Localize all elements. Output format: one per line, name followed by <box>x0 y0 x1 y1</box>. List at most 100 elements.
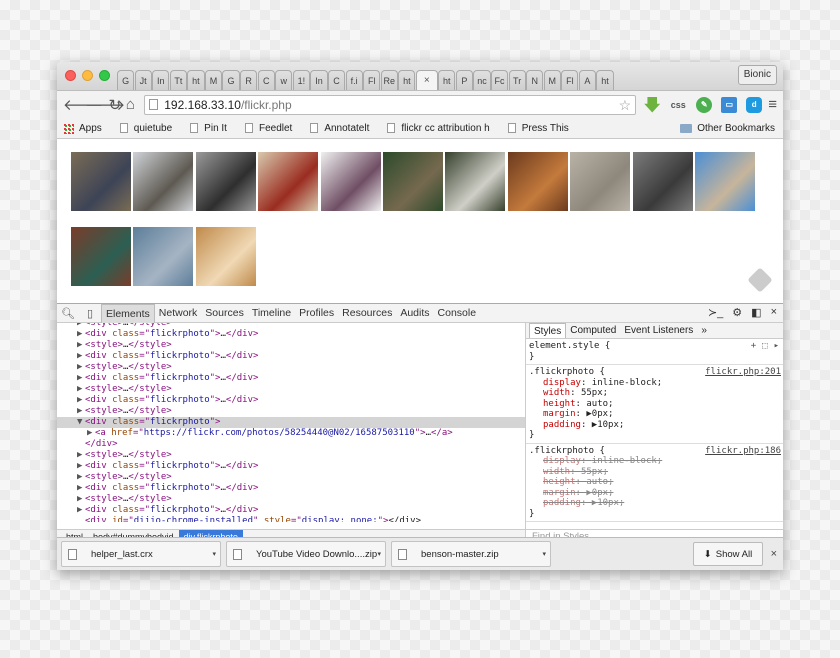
dom-node[interactable]: ▶ <div class="flickrphoto">…</div> <box>57 483 525 494</box>
styles-tab[interactable]: Event Listeners <box>620 323 697 338</box>
collapse-triangle-icon[interactable]: ▶ <box>87 428 95 439</box>
home-icon[interactable]: ⌂ <box>123 96 139 113</box>
bookmark-feedlet[interactable]: Feedlet <box>244 123 292 134</box>
browser-tab[interactable]: Jt <box>134 70 152 90</box>
styles-tab[interactable]: Computed <box>566 323 620 338</box>
browser-tab[interactable]: ht <box>187 70 205 90</box>
profile-button[interactable]: Bionic <box>737 65 777 85</box>
browser-tab[interactable]: ht <box>398 70 416 90</box>
dom-node[interactable]: ▶ <div class="flickrphoto">…</div> <box>57 395 525 406</box>
browser-tab[interactable]: C <box>257 70 275 90</box>
browser-tab[interactable]: G <box>222 70 240 90</box>
dom-node[interactable]: ▶ <div class="flickrphoto">…</div> <box>57 351 525 362</box>
collapse-triangle-icon[interactable]: ▶ <box>77 340 85 351</box>
element-style-rule[interactable]: element.style { } + ⬚ ▸ <box>526 339 783 365</box>
chevron-down-icon[interactable]: ▾ <box>542 550 546 558</box>
dom-node[interactable]: ▶ <div class="flickrphoto">…</div> <box>57 373 525 384</box>
browser-tab[interactable]: Fc <box>490 70 509 90</box>
photo-thumbnail-cat-bw[interactable] <box>195 152 256 211</box>
bookmark-flickr-cc[interactable]: flickr cc attribution h <box>387 123 490 134</box>
browser-tab[interactable]: Fl <box>561 70 579 90</box>
download-extension-icon[interactable] <box>644 96 661 113</box>
photo-thumbnail-man-red-shirt[interactable] <box>258 152 319 211</box>
download-item[interactable]: YouTube Video Downlo....zip ▾ <box>226 541 386 567</box>
animations-icon[interactable]: ▸ <box>774 341 779 352</box>
dom-node[interactable]: ▶ <style>…</style> <box>57 494 525 505</box>
reload-icon[interactable]: ↻ <box>107 96 123 114</box>
collapse-triangle-icon[interactable]: ▶ <box>77 494 85 505</box>
dom-node[interactable]: ▶ <style>…</style> <box>57 472 525 483</box>
toggle-state-icon[interactable]: ⬚ <box>762 341 767 352</box>
close-shelf-icon[interactable]: × <box>771 548 777 560</box>
collapse-triangle-icon[interactable]: ▶ <box>77 351 85 362</box>
collapse-triangle-icon[interactable]: ▶ <box>77 450 85 461</box>
expand-triangle-icon[interactable]: ▼ <box>77 417 85 428</box>
show-all-button[interactable]: ⬇ Show All <box>693 542 763 566</box>
photo-thumbnail-window[interactable] <box>195 227 256 286</box>
photo-thumbnail-dome-ceiling[interactable] <box>507 152 568 211</box>
devtools-tab-profiles[interactable]: Profiles <box>295 304 338 323</box>
dom-node[interactable]: ▶ <a href="https://flickr.com/photos/5825… <box>57 428 525 439</box>
rule-source-link[interactable]: flickr.php:186 <box>705 446 781 457</box>
browser-tab[interactable]: w <box>275 70 293 90</box>
collapse-triangle-icon[interactable]: ▶ <box>77 362 85 373</box>
photo-thumbnail-photographer[interactable] <box>320 152 381 211</box>
dom-node[interactable]: <div id="dijjo-chrome-installed" style="… <box>57 516 525 522</box>
download-item[interactable]: helper_last.crx ▾ <box>61 541 221 567</box>
dom-node[interactable]: ▶ <style>…</style> <box>57 362 525 373</box>
minimize-window-button[interactable] <box>82 70 93 81</box>
collapse-triangle-icon[interactable]: ▶ <box>77 483 85 494</box>
collapse-triangle-icon[interactable]: ▶ <box>77 373 85 384</box>
dom-node[interactable]: ▶ <style>…</style> <box>57 340 525 351</box>
collapse-triangle-icon[interactable]: ▶ <box>77 329 85 340</box>
rule-source-link[interactable]: flickr.php:201 <box>705 367 781 378</box>
bookmark-pin-it[interactable]: Pin It <box>190 123 227 134</box>
styles-tab[interactable]: Styles <box>529 323 567 338</box>
collapse-triangle-icon[interactable]: ▶ <box>77 384 85 395</box>
css-rule-overridden[interactable]: .flickrphoto {flickr.php:186 display: inl… <box>526 444 783 522</box>
browser-tab[interactable]: ht <box>596 70 614 90</box>
bookmark-press-this[interactable]: Press This <box>507 123 569 134</box>
photo-thumbnail-glass-building[interactable] <box>133 227 194 286</box>
css-property[interactable]: height: auto; <box>529 399 780 410</box>
browser-tab[interactable]: ht <box>438 70 456 90</box>
download-item[interactable]: benson-master.zip ▾ <box>391 541 551 567</box>
other-bookmarks[interactable]: Other Bookmarks <box>680 123 775 134</box>
photo-thumbnail-dandelion[interactable] <box>445 152 506 211</box>
bookmark-annotatelt[interactable]: Annotatelt <box>310 123 369 134</box>
browser-tab[interactable]: nc <box>473 70 491 90</box>
css-property[interactable]: margin: ▶0px; <box>529 409 780 420</box>
extension-badge-icon[interactable] <box>747 267 773 293</box>
browser-tab[interactable]: Fl <box>363 70 381 90</box>
photo-thumbnail-tree-branches[interactable] <box>133 152 194 211</box>
devtools-tab-resources[interactable]: Resources <box>338 304 396 323</box>
devtools-tab-network[interactable]: Network <box>155 304 202 323</box>
devtools-tab-sources[interactable]: Sources <box>201 304 248 323</box>
browser-tab[interactable]: Tr <box>508 70 526 90</box>
browser-tab[interactable]: M <box>543 70 561 90</box>
css-property[interactable]: width: 55px; <box>529 467 780 478</box>
css-property[interactable]: padding: ▶10px; <box>529 420 780 431</box>
photo-thumbnail-columns-sky[interactable] <box>695 152 755 211</box>
dom-node[interactable]: ▶ <div class="flickrphoto">…</div> <box>57 329 525 340</box>
browser-tab[interactable]: f.i <box>345 70 363 90</box>
browser-tab[interactable]: Tt <box>169 70 187 90</box>
css-property[interactable]: display: inline-block; <box>529 378 780 389</box>
photo-thumbnail-park-bench[interactable] <box>383 152 443 211</box>
browser-tab-active[interactable]: × <box>415 70 438 90</box>
css-property[interactable]: display: inline-block; <box>529 456 780 467</box>
address-bar[interactable]: 192.168.33.10/flickr.php ☆ <box>144 94 637 115</box>
browser-tab[interactable]: 1! <box>292 70 310 90</box>
collapse-triangle-icon[interactable]: ▶ <box>77 472 85 483</box>
css-property[interactable]: padding: ▶10px; <box>529 498 780 509</box>
styles-tab[interactable]: » <box>697 323 711 338</box>
search-icon[interactable]: 🔍︎ <box>57 307 79 320</box>
photo-thumbnail-building-facade[interactable] <box>632 152 693 211</box>
d-extension-icon[interactable]: d <box>746 96 763 113</box>
dom-node[interactable]: ▼ <div class="flickrphoto"> <box>57 417 525 428</box>
evernote-extension-icon[interactable]: ✎ <box>696 96 713 113</box>
browser-tab[interactable]: In <box>310 70 328 90</box>
dom-node[interactable]: ▶ <style>…</style> <box>57 450 525 461</box>
browser-tab[interactable]: Re <box>380 70 398 90</box>
close-icon[interactable]: × <box>771 306 777 319</box>
